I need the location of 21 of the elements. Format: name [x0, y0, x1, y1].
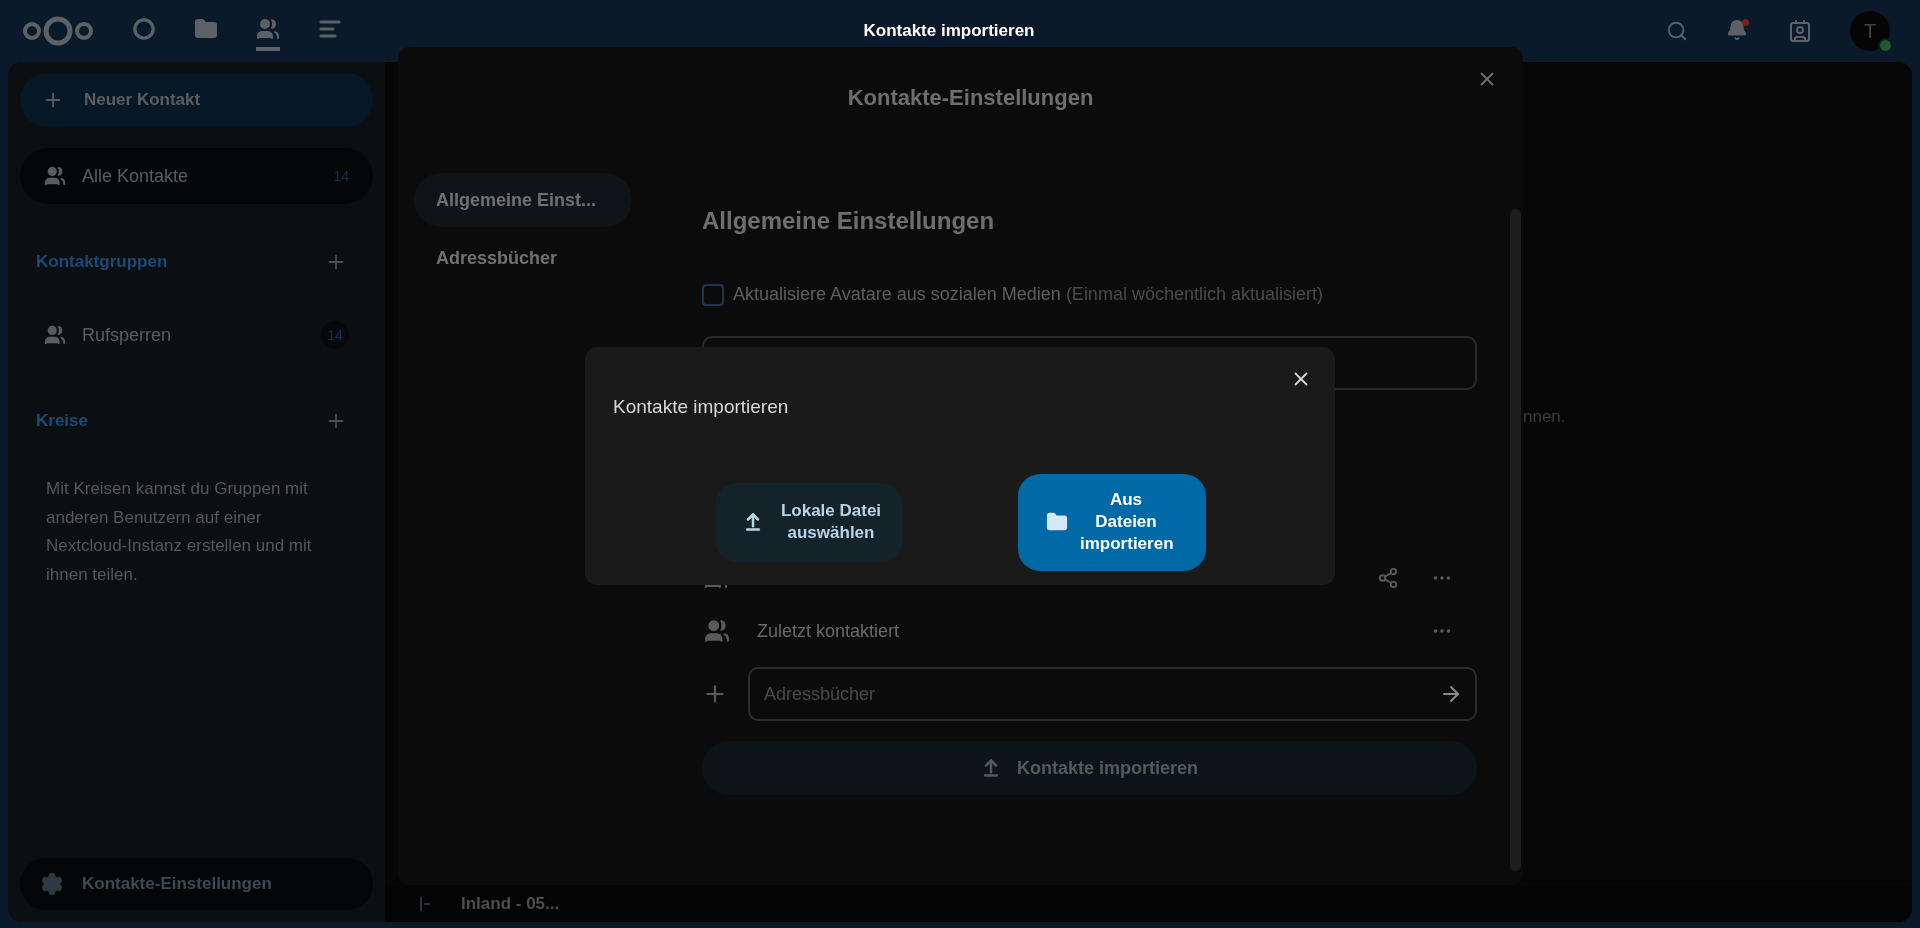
dialog-title: Kontakte importieren	[613, 396, 789, 417]
section-title: Allgemeine Einstellungen	[702, 206, 996, 236]
dialog-title: Kontakte-Einstellungen	[847, 83, 1094, 112]
list-item[interactable]: Inland - 05...	[461, 891, 560, 917]
page-title: Kontakte importieren	[863, 20, 1035, 43]
avatar[interactable]: T	[1850, 11, 1890, 51]
new-contact-button[interactable]: Neuer Kontakt	[20, 73, 373, 127]
import-option-button[interactable]: Lokale Datei auswählen	[715, 482, 903, 562]
circles-description: Mit Kreisen kannst du Gruppen mit anderen Benutzern auf einer Nextcloud-Instanz erstellen und mit ihnen teilen.	[45, 478, 313, 586]
addressbook-name: Zuletzt kontaktiert	[757, 619, 901, 643]
section-heading: Kreise	[36, 410, 89, 433]
import-button[interactable]: Kontakte importieren	[702, 741, 1477, 795]
settings-button[interactable]: Kontakte-Einstellungen	[20, 858, 373, 910]
addressbook-field[interactable]: Adressbücher	[748, 667, 1477, 721]
settings-nav-item[interactable]: Allgemeine Einst...	[414, 173, 632, 227]
sidebar-item[interactable]: Alle Kontakte 14	[20, 148, 373, 204]
checkbox-label: Aktualisiere Avatare aus sozialen Medien (Einmal wöchentlich aktualisiert)	[733, 283, 1323, 306]
sidebar-item[interactable]: Rufsperren 14	[20, 307, 373, 363]
import-option-button[interactable]: Aus Dateien importieren	[1018, 473, 1206, 571]
settings-nav-item[interactable]: Adressbücher	[414, 231, 632, 285]
section-heading: Kontaktgruppen	[36, 251, 169, 274]
